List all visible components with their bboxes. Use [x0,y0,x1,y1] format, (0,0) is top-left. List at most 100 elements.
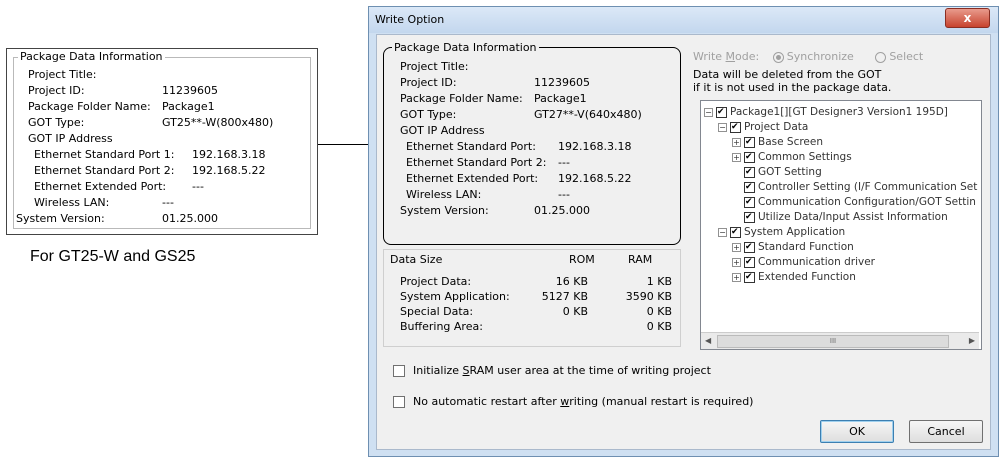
col-ram: RAM [628,253,653,266]
checkbox-extended-function[interactable] [744,270,755,284]
checkbox-communication-configuration[interactable] [744,195,755,209]
tree-label-project-data: Project Data [744,121,809,133]
label-special-data: Special Data: [400,305,474,318]
tree-node-extended-function[interactable]: + Extended Function [732,270,856,284]
value-package-folder: Package1 [534,92,587,105]
initialize-sram-label-post: RAM user area at the time of writing pro… [469,364,711,377]
checkbox-standard-function[interactable] [744,240,755,254]
label-got-ip: GOT IP Address [400,124,485,137]
checkbox-got-setting[interactable] [744,165,755,179]
value-eth-std: 192.168.3.18 [558,140,632,153]
radio-synchronize[interactable] [772,51,784,63]
package-info-title: Package Data Information [392,41,539,54]
collapse-icon[interactable]: − [718,227,727,237]
tree-label-got-setting: GOT Setting [758,166,822,178]
tree-node-base-screen[interactable]: + Base Screen [732,135,823,149]
expand-icon[interactable]: + [732,152,741,162]
checkbox-controller-setting[interactable] [744,180,755,194]
checkbox-package1[interactable] [716,105,727,119]
expand-icon[interactable]: + [732,242,741,252]
initialize-sram-label-key: S [462,364,470,377]
ok-button[interactable]: OK [820,420,894,443]
scroll-right-icon[interactable]: ▶ [969,336,975,345]
ram-project-data: 1 KB [646,275,672,288]
tree-node-package1[interactable]: − Package1[][GT Designer3 Version1 195D] [704,105,948,119]
value-system-version: 01.25.000 [534,204,590,217]
ram-buffering-area: 0 KB [646,320,672,333]
note-line-1: Data will be deleted from the GOT [693,68,882,81]
tree-label-base-screen: Base Screen [758,136,824,148]
left-label-project-title: Project Title: [28,68,97,81]
tree-node-common-settings[interactable]: + Common Settings [732,150,852,164]
cancel-button[interactable]: Cancel [909,420,983,443]
scroll-left-icon[interactable]: ◀ [705,336,711,345]
note-line-2: if it is not used in the package data. [693,81,892,94]
rom-special-data: 0 KB [562,305,588,318]
checkbox-initialize-sram[interactable] [393,365,405,377]
package-tree[interactable]: −Package1[][GT Designer3 Version1 195D] … [700,100,982,350]
gt25-w-package-info-panel: Package Data Information Project Title: … [6,48,318,235]
checkbox-communication-driver[interactable] [744,255,755,269]
collapse-icon[interactable]: − [704,107,713,117]
checkbox-utilize-data[interactable] [744,210,755,224]
expand-icon[interactable]: + [732,137,741,147]
checkbox-no-auto-restart[interactable] [393,396,405,408]
tree-label-package1: Package1[][GT Designer3 Version1 195D] [730,106,948,118]
label-buffering-area: Buffering Area: [400,320,483,333]
dialog-title: Write Option [375,13,445,26]
scroll-thumb[interactable]: III [717,335,949,348]
checkbox-common-settings[interactable] [744,150,755,164]
close-button[interactable]: x [945,8,990,28]
tree-label-common-settings: Common Settings [758,151,852,163]
left-value-project-id: 11239605 [162,84,218,97]
checkbox-base-screen[interactable] [744,135,755,149]
left-value-system-version: 01.25.000 [162,212,218,225]
radio-synchronize-label: Synchronize [786,50,854,63]
no-auto-restart-label-pre: No automatic restart after [413,395,561,408]
label-got-type: GOT Type: [400,108,457,121]
tree-node-system-application[interactable]: − System Application [718,225,845,239]
tree-node-got-setting[interactable]: GOT Setting [744,165,822,179]
left-value-eth-std-1: 192.168.3.18 [192,148,266,161]
tree-node-communication-driver[interactable]: + Communication driver [732,255,875,269]
label-project-title: Project Title: [400,60,469,73]
checkbox-system-application[interactable] [730,225,741,239]
radio-select[interactable] [875,51,887,63]
left-value-got-type: GT25**-W(800x480) [162,116,274,129]
title-bar: Write Option x [369,7,998,33]
label-system-version: System Version: [400,204,489,217]
option-no-auto-restart[interactable]: No automatic restart after writing (manu… [393,395,753,408]
left-package-info-group: Package Data Information Project Title: … [13,50,311,229]
caption: For GT25-W and GS25 [30,248,196,265]
tree-horizontal-scrollbar[interactable]: ◀ III ▶ [701,332,979,349]
tree-node-communication-configuration[interactable]: Communication Configuration/GOT Settin [744,195,976,209]
tree-node-standard-function[interactable]: + Standard Function [732,240,854,254]
left-label-got-type: GOT Type: [28,116,85,129]
rom-project-data: 16 KB [555,275,588,288]
write-mode: Write Mode: Synchronize Select [693,50,923,63]
label-eth-std-2: Ethernet Standard Port 2: [406,156,547,169]
tree-label-standard-function: Standard Function [758,241,854,253]
left-value-package-folder: Package1 [162,100,215,113]
collapse-icon[interactable]: − [718,122,727,132]
tree-node-project-data[interactable]: − Project Data [718,120,808,134]
checkbox-project-data[interactable] [730,120,741,134]
write-mode-label-pre: Write [693,50,726,63]
option-initialize-sram[interactable]: Initialize SRAM user area at the time of… [393,364,711,377]
expand-icon[interactable]: + [732,272,741,282]
no-auto-restart-label: No automatic restart after writing (manu… [413,395,753,408]
left-label-eth-std-1: Ethernet Standard Port 1: [34,148,175,161]
tree-node-utilize-data[interactable]: Utilize Data/Input Assist Information [744,210,948,224]
write-mode-label-key: M [725,50,736,63]
tree-label-communication-configuration: Communication Configuration/GOT Settin [758,196,976,208]
left-group-title: Package Data Information [18,50,165,63]
left-value-eth-ext: --- [192,180,204,193]
tree-node-controller-setting[interactable]: Controller Setting (I/F Communication Se… [744,180,977,194]
left-label-got-ip: GOT IP Address [28,132,113,145]
left-label-system-version: System Version: [16,212,105,225]
expand-icon[interactable]: + [732,257,741,267]
value-eth-ext: 192.168.5.22 [558,172,632,185]
data-size-group: Data Size ROM RAM Project Data: 16 KB 1 … [383,249,681,347]
left-label-project-id: Project ID: [28,84,85,97]
write-mode-label: Write Mode: [693,50,759,63]
